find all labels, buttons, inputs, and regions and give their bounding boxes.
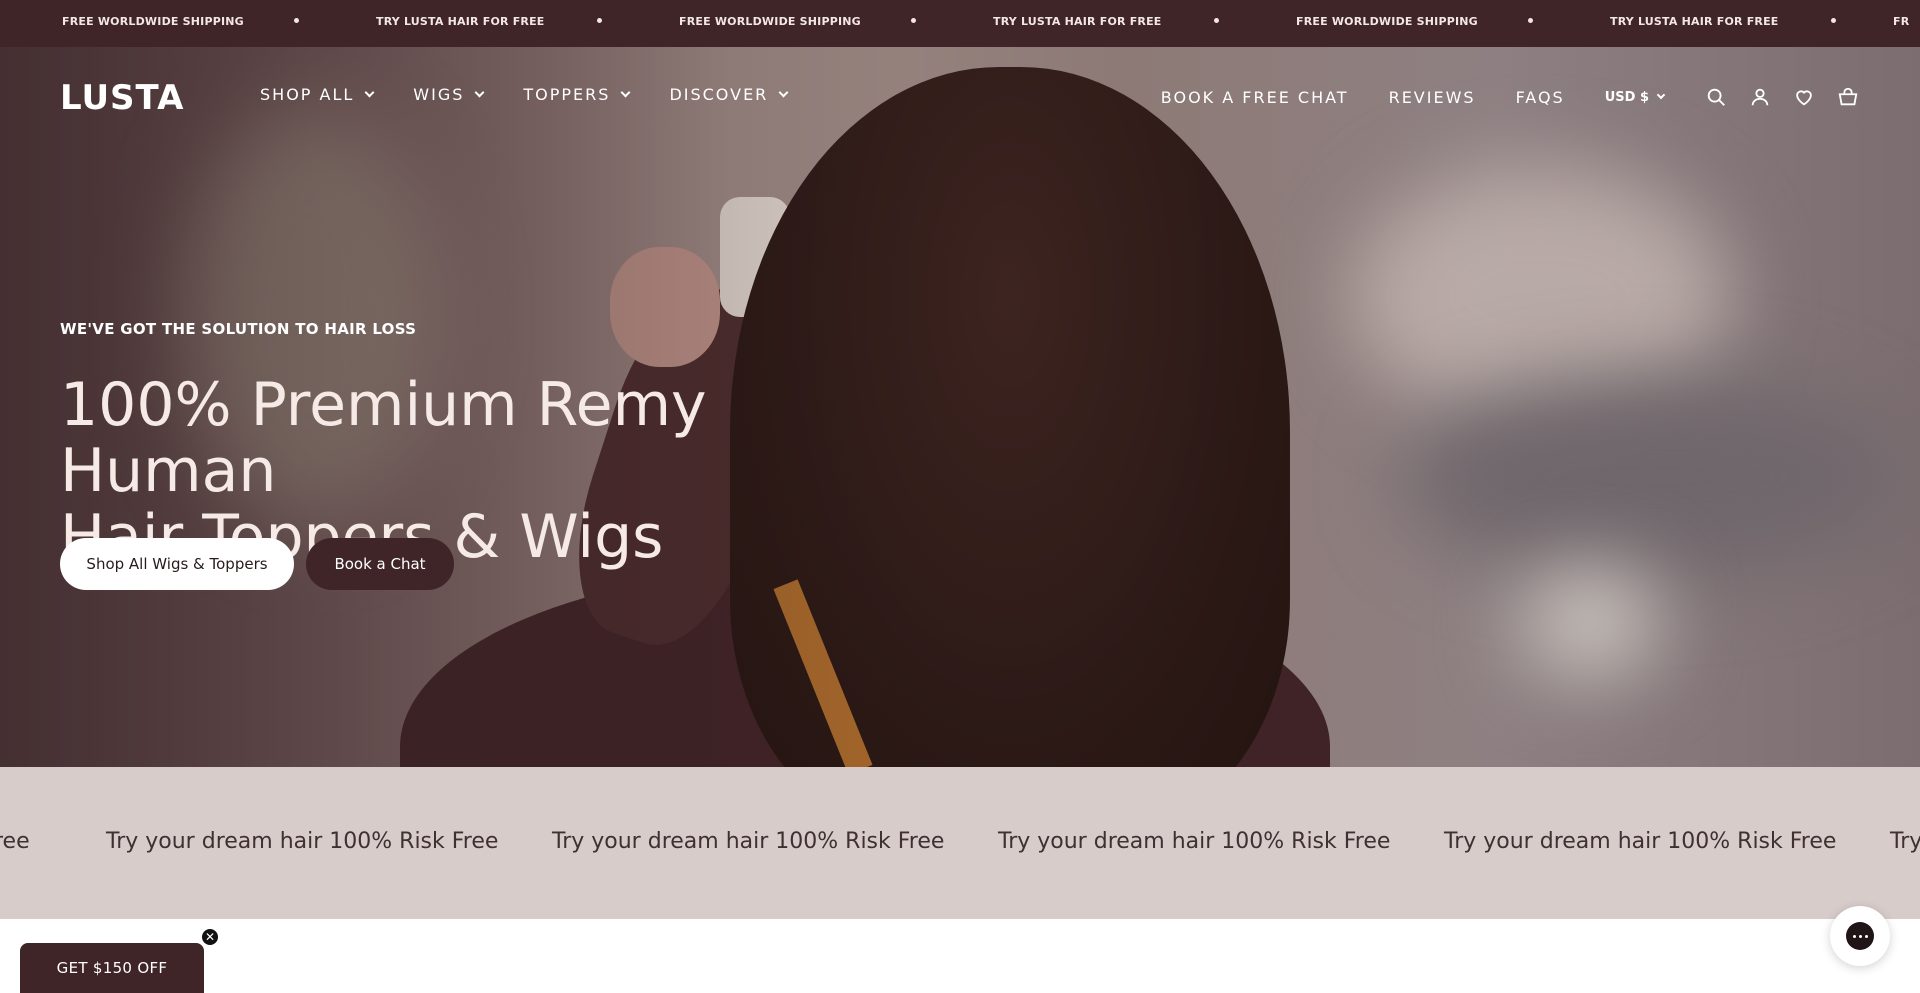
chat-widget-button[interactable] <box>1830 906 1890 966</box>
search-icon[interactable] <box>1704 85 1728 109</box>
main-nav: SHOP ALL WIGS TOPPERS DISCOVER <box>260 85 827 104</box>
nav-discover[interactable]: DISCOVER <box>669 85 789 104</box>
announcement-dot <box>597 18 602 23</box>
chevron-down-icon <box>364 87 375 97</box>
marquee-item: ree <box>0 829 30 854</box>
nav-book-free-chat[interactable]: BOOK A FREE CHAT <box>1161 88 1349 107</box>
nav-label: DISCOVER <box>669 85 769 104</box>
nav-faqs[interactable]: FAQS <box>1516 88 1565 107</box>
announcement-item: FREE WORLDWIDE SHIPPING <box>62 15 244 28</box>
hero-eyebrow: WE'VE GOT THE SOLUTION TO HAIR LOSS <box>60 320 417 338</box>
announcement-dot <box>294 18 299 23</box>
site-logo[interactable]: LUSTA <box>60 78 184 118</box>
chat-dot <box>1852 934 1856 938</box>
secondary-nav: BOOK A FREE CHAT REVIEWS FAQS USD $ <box>1161 85 1860 109</box>
announcement-item: FR <box>1893 15 1910 28</box>
announcement-dot <box>1528 18 1533 23</box>
chevron-down-icon <box>620 87 631 97</box>
chat-dot <box>1864 934 1868 938</box>
nav-reviews[interactable]: REVIEWS <box>1389 88 1476 107</box>
announcement-bar: FREE WORLDWIDE SHIPPING TRY LUSTA HAIR F… <box>0 0 1920 47</box>
announcement-item: TRY LUSTA HAIR FOR FREE <box>376 15 545 28</box>
marquee-banner: ree Try your dream hair 100% Risk Free T… <box>0 767 1920 919</box>
chat-dot <box>1858 934 1862 938</box>
close-icon[interactable]: ✕ <box>200 927 220 947</box>
nav-wigs[interactable]: WIGS <box>413 85 485 104</box>
nav-label: SHOP ALL <box>260 85 355 104</box>
promo-tab[interactable]: GET $150 OFF <box>20 943 204 993</box>
nav-label: WIGS <box>413 85 465 104</box>
book-chat-button[interactable]: Book a Chat <box>306 538 454 590</box>
announcement-dot <box>911 18 916 23</box>
cart-icon[interactable] <box>1836 85 1860 109</box>
site-header: LUSTA SHOP ALL WIGS TOPPERS DISCOVER BOO… <box>0 47 1920 141</box>
announcement-item: FREE WORLDWIDE SHIPPING <box>1296 15 1478 28</box>
background-blur <box>1520 567 1660 677</box>
currency-selector[interactable]: USD $ <box>1604 89 1666 105</box>
nav-toppers[interactable]: TOPPERS <box>523 85 631 104</box>
announcement-item: TRY LUSTA HAIR FOR FREE <box>1610 15 1779 28</box>
currency-label: USD $ <box>1604 89 1649 105</box>
headline-line: 100% Premium Remy Human <box>60 370 707 506</box>
nav-shop-all[interactable]: SHOP ALL <box>260 85 375 104</box>
heart-icon[interactable] <box>1792 85 1816 109</box>
announcement-item: FREE WORLDWIDE SHIPPING <box>679 15 861 28</box>
announcement-item: TRY LUSTA HAIR FOR FREE <box>993 15 1162 28</box>
marquee-item: Try your dream hair 100% Risk Free <box>998 829 1391 854</box>
shop-all-button[interactable]: Shop All Wigs & Toppers <box>60 538 294 590</box>
marquee-item: Try your dream hair 100% Risk Free <box>1444 829 1837 854</box>
chevron-down-icon <box>474 87 485 97</box>
background-blur <box>1400 377 1900 577</box>
chat-icon <box>1846 922 1874 950</box>
marquee-item: Try your dream hair 100% Risk Free <box>106 829 499 854</box>
marquee-item: Try your dream hair 100% Risk Free <box>552 829 945 854</box>
chevron-down-icon <box>1656 90 1666 99</box>
account-icon[interactable] <box>1748 85 1772 109</box>
marquee-item: Try <box>1890 829 1920 854</box>
announcement-dot <box>1214 18 1219 23</box>
chevron-down-icon <box>778 87 789 97</box>
nav-label: TOPPERS <box>523 85 611 104</box>
announcement-dot <box>1831 18 1836 23</box>
